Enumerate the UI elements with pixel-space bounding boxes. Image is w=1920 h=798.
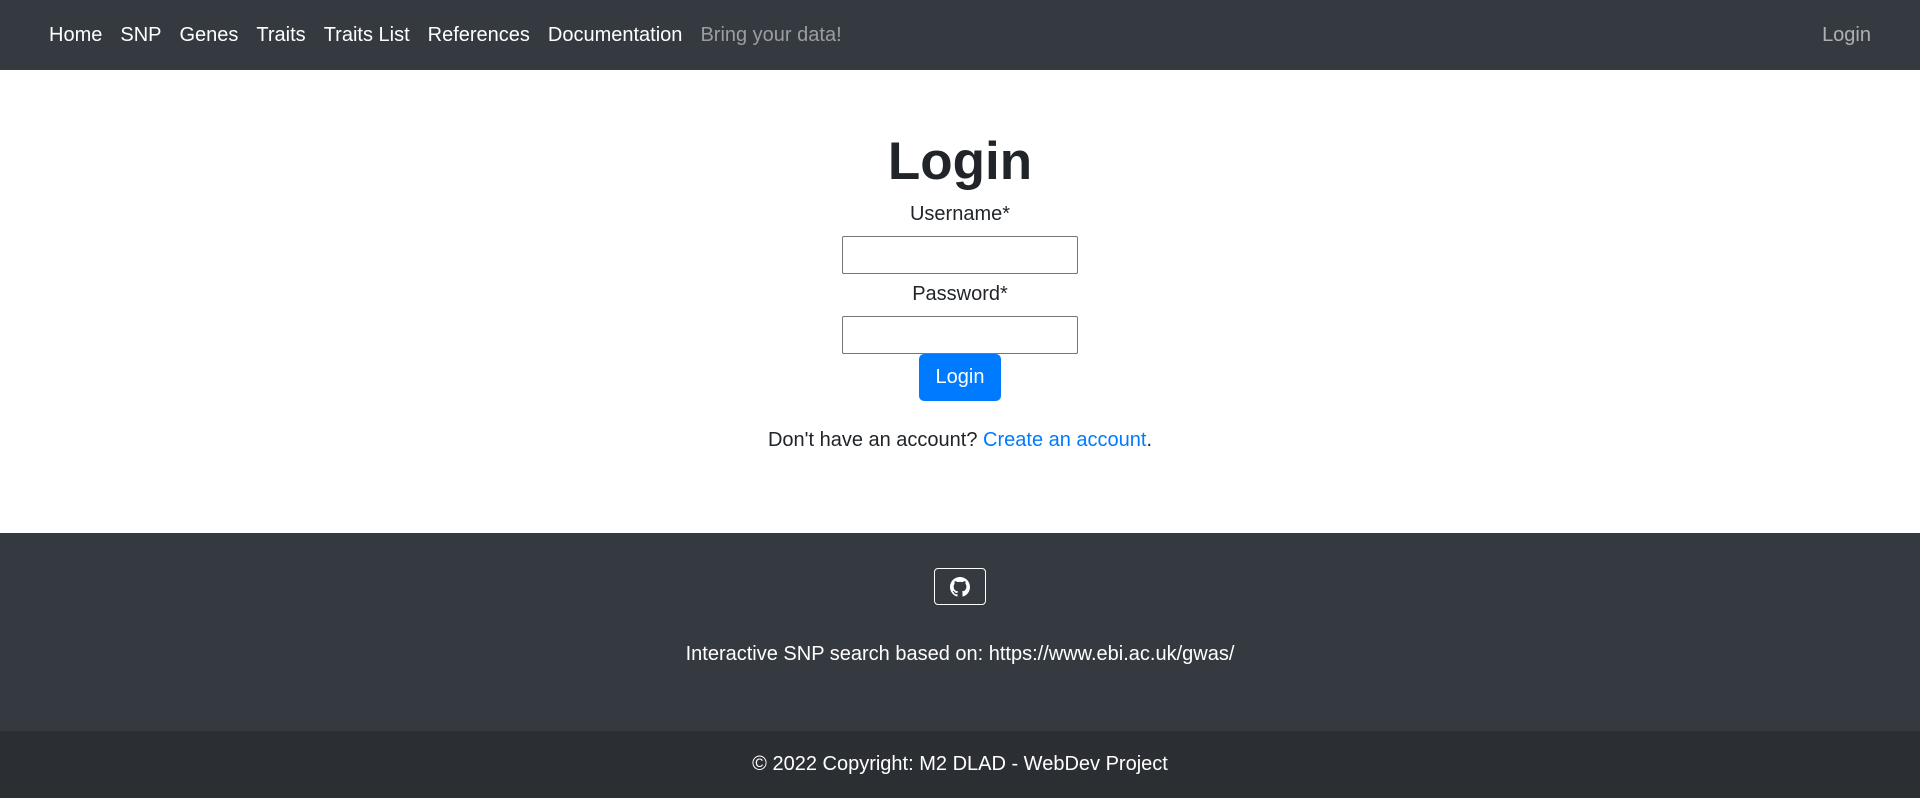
account-suffix: . bbox=[1146, 429, 1153, 451]
nav-genes[interactable]: Genes bbox=[170, 0, 247, 70]
create-account-line: Don't have an account? Create an account… bbox=[768, 429, 1152, 452]
nav-links: Home SNP Genes Traits Traits List Refere… bbox=[40, 0, 851, 70]
password-label: Password* bbox=[912, 283, 1008, 305]
login-button[interactable]: Login bbox=[919, 354, 1001, 401]
nav-documentation[interactable]: Documentation bbox=[539, 0, 692, 70]
account-prompt: Don't have an account? bbox=[767, 429, 978, 451]
nav-home[interactable]: Home bbox=[40, 0, 111, 70]
top-navbar: Home SNP Genes Traits Traits List Refere… bbox=[0, 0, 1920, 70]
username-input[interactable] bbox=[842, 236, 1078, 274]
create-account-link[interactable]: Create an account bbox=[983, 429, 1146, 451]
copyright-bar: © 2022 Copyright: M2 DLAD - WebDev Proje… bbox=[0, 731, 1920, 798]
copyright-text: © 2022 Copyright: M2 DLAD - WebDev Proje… bbox=[752, 753, 1168, 775]
nav-references[interactable]: References bbox=[419, 0, 539, 70]
footer-top: Interactive SNP search based on: https:/… bbox=[0, 533, 1920, 731]
nav-login[interactable]: Login bbox=[1822, 24, 1871, 47]
username-label: Username* bbox=[909, 203, 1011, 225]
footer: Interactive SNP search based on: https:/… bbox=[0, 533, 1920, 798]
login-section: Login Username* Password* Login Don't ha… bbox=[0, 70, 1920, 533]
nav-snp[interactable]: SNP bbox=[111, 0, 170, 70]
github-icon bbox=[950, 576, 970, 597]
nav-traits-list[interactable]: Traits List bbox=[315, 0, 419, 70]
page-title: Login bbox=[887, 132, 1033, 191]
nav-traits[interactable]: Traits bbox=[247, 0, 314, 70]
password-input[interactable] bbox=[842, 316, 1078, 354]
nav-bring-your-data: Bring your data! bbox=[700, 24, 842, 46]
github-button[interactable] bbox=[934, 568, 986, 605]
footer-source-text: Interactive SNP search based on: https:/… bbox=[685, 643, 1235, 665]
